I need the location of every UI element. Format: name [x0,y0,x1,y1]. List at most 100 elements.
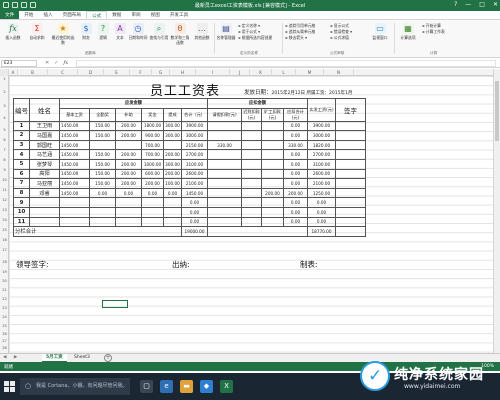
cell-commission[interactable]: 300.00 [163,158,182,170]
cell-base[interactable] [59,206,90,218]
cell-name[interactable]: 马艺涵 [29,149,60,160]
cell-signature[interactable] [335,149,366,160]
cell-name[interactable]: 张梦琴 [29,158,60,170]
tab-page-layout[interactable]: 页面布局 [58,11,86,19]
cell-bonus[interactable]: 1800.00 [141,120,164,132]
cell-commission[interactable] [163,139,182,151]
task-view-icon[interactable]: ▢ [140,380,153,393]
column-header-f[interactable]: F [130,69,152,76]
select-all-corner[interactable] [0,69,9,76]
name-box[interactable]: E23 [1,60,37,67]
cell-index[interactable]: 10 [13,206,30,218]
cell-subtotal[interactable]: 2100.00 [181,178,208,189]
row-header[interactable]: 25 [0,324,9,328]
vertical-scrollbar[interactable] [493,69,500,353]
remove-arrows-button[interactable]: 移去箭头 ▾ [285,35,315,41]
cell-subtotal[interactable]: 0.00 [181,206,208,218]
cell-leave[interactable] [207,197,242,208]
cell-net[interactable]: 2700.00 [307,149,336,160]
formula-input[interactable] [76,60,496,67]
cell-base[interactable] [59,216,90,228]
cell-subtotal[interactable]: 0.00 [181,216,208,228]
cell-deduction-total[interactable]: 0.00 [283,197,308,208]
table-row[interactable]: 10 0.00 0.00 0.00 [13,206,366,218]
cell-late[interactable] [241,120,262,132]
total-signature[interactable] [335,226,366,237]
cell-deduction-total[interactable]: 0.00 [283,149,308,160]
column-header-i[interactable]: I [196,69,230,76]
cell-allowance[interactable] [89,139,116,151]
file-explorer-icon[interactable]: ▬ [180,380,193,393]
add-sheet-button[interactable]: + [104,354,112,362]
cell-allowance[interactable]: 150.00 [89,120,116,132]
cell-bonus[interactable] [141,197,164,208]
total-row[interactable]: 分栏合计 19000.00 18770.00 [13,226,366,237]
cell-subtotal[interactable]: 3100.00 [181,158,208,170]
cell-signature[interactable] [335,206,366,218]
autosum-button[interactable]: Σ 自动求和 [26,23,48,41]
cell-late[interactable] [241,149,262,160]
watch-window-button[interactable]: ▭ 监视窗口 [368,23,392,41]
tab-insert[interactable]: 插入 [38,11,57,19]
row-header[interactable]: 9 [0,168,9,172]
cell-bonus[interactable]: 200.00 [141,178,164,189]
cell-index[interactable]: 11 [13,216,30,228]
total-empty[interactable] [207,226,308,237]
cell-net[interactable]: 0.00 [307,216,336,228]
cell-allowance[interactable]: 150.00 [89,158,116,170]
cell-name[interactable]: 高阳 [29,168,60,180]
cell-base[interactable] [59,197,90,208]
cell-subsidy[interactable]: 200.00 [115,168,142,180]
cell-net[interactable]: 2600.00 [307,168,336,180]
row-header[interactable]: 12 [0,198,9,202]
calculation-options-button[interactable]: ▦ 计算选项 [397,23,419,41]
table-row[interactable]: 1 王卫雨 1450.00 150.00 200.00 1800.00 300.… [13,120,366,132]
cell-signature[interactable] [335,197,366,208]
cell-index[interactable]: 9 [13,197,30,208]
cell-deduction-total[interactable]: 0.00 [283,130,308,141]
tab-view[interactable]: 视图 [146,11,165,19]
cell-subsidy[interactable]: 200.00 [115,120,142,132]
create-from-selection-button[interactable]: 根据所选内容创建 [238,35,272,41]
tab-formulas[interactable]: 公式 [86,11,108,19]
cell-net[interactable]: 0.00 [307,206,336,218]
row-header[interactable]: 1 [0,77,9,81]
table-row[interactable]: 7 马亚丽 1450.00 150.00 200.00 200.00 100.0… [13,178,366,189]
tab-developer[interactable]: 开发工具 [165,11,193,19]
table-row[interactable]: 4 马艺涵 1450.00 150.00 200.00 700.00 200.0… [13,149,366,160]
cortana-search-box[interactable]: ○ 我是 Cortana，小娜。有问题尽管问我。 [20,378,130,395]
column-header-n[interactable]: N [324,69,354,76]
cell-allowance[interactable]: 150.00 [89,149,116,160]
row-header[interactable]: 11 [0,188,9,192]
cell-net[interactable]: 0.00 [307,197,336,208]
row-header[interactable]: 5 [0,128,9,132]
cell-deduction-total[interactable]: 0.00 [283,216,308,228]
row-header[interactable]: 28 [0,346,9,350]
cell-bonus[interactable]: 700.00 [141,149,164,160]
name-manager-button[interactable]: ▤ 名称管理器 [216,23,236,41]
row-header[interactable]: 23 [0,306,9,310]
cell-subtotal[interactable]: 2600.00 [181,168,208,180]
cell-leave[interactable] [207,168,242,180]
row-header[interactable]: 17 [0,248,9,252]
table-row[interactable]: 3 郭国旺 1450.00 700.00 2150.00 330.00 330.… [13,139,366,151]
cell-signature[interactable] [335,168,366,180]
cell-absence[interactable] [261,120,284,132]
edge-browser-icon[interactable]: e [160,380,173,393]
close-button[interactable]: ✕ [493,1,498,8]
cell-subtotal[interactable]: 0.00 [181,197,208,208]
table-row[interactable]: 6 高阳 1450.00 150.00 200.00 600.00 200.00… [13,168,366,180]
row-header[interactable]: 4 [0,116,9,120]
cell-name[interactable]: 马国嘉 [29,130,60,141]
cell-bonus[interactable]: 0.00 [141,187,164,199]
cell-subtotal[interactable]: 3000.00 [181,130,208,141]
cell-absence[interactable] [261,178,284,189]
cell-absence[interactable] [261,168,284,180]
cell-index[interactable]: 3 [13,139,30,151]
cell-signature[interactable] [335,139,366,151]
cell-subsidy[interactable]: 200.00 [115,130,142,141]
column-header-m[interactable]: M [296,69,324,76]
cell-net[interactable]: 3000.00 [307,130,336,141]
scrollbar-thumb[interactable] [495,81,499,141]
cell-name[interactable] [29,197,60,208]
